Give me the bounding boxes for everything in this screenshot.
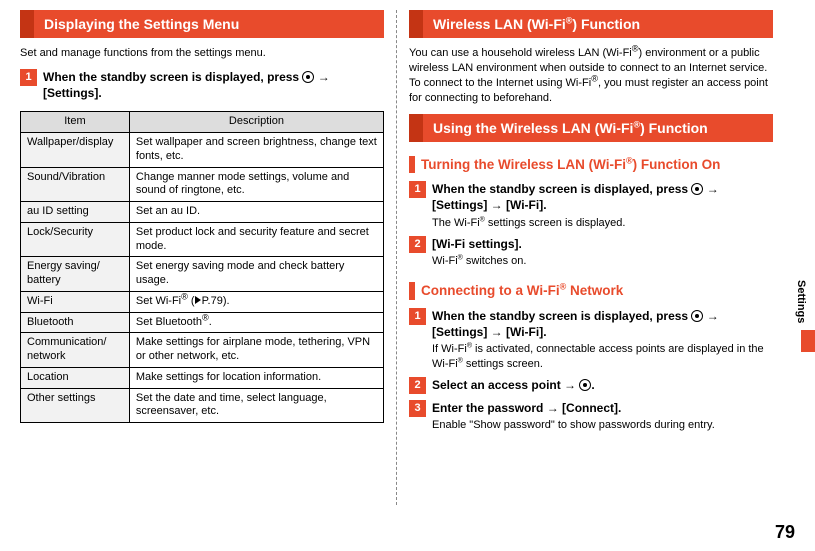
settings-intro: Set and manage functions from the settin… xyxy=(20,46,384,61)
connect-step-2: 2 Select an access point → . xyxy=(409,377,773,394)
table-row: BluetoothSet Bluetooth®. xyxy=(21,312,384,333)
connect-step1-sub: If Wi-Fi® is activated, connectable acce… xyxy=(432,342,773,371)
turn-on-step1-title: When the standby screen is displayed, pr… xyxy=(432,181,773,213)
wlan-intro-1: You can use a household wireless LAN (Wi… xyxy=(409,46,773,105)
table-row: Lock/SecuritySet product lock and securi… xyxy=(21,222,384,257)
step-number-1: 1 xyxy=(20,69,37,86)
table-row: LocationMake settings for location infor… xyxy=(21,367,384,388)
connect-step-1: 1 When the standby screen is displayed, … xyxy=(409,308,773,371)
center-key-icon xyxy=(691,183,703,195)
section-banner-using-wlan: Using the Wireless LAN (Wi-Fi®) Function xyxy=(409,114,773,142)
connect-step3-sub: Enable "Show password" to show passwords… xyxy=(432,418,773,432)
subheading-connect: Connecting to a Wi-Fi® Network xyxy=(409,282,773,300)
right-column: Wireless LAN (Wi-Fi®) Function You can u… xyxy=(397,10,785,505)
settings-step1-text: When the standby screen is displayed, pr… xyxy=(43,69,384,101)
arrow-icon: → xyxy=(318,70,330,84)
table-row: Wallpaper/displaySet wallpaper and scree… xyxy=(21,133,384,168)
step-number-2: 2 xyxy=(409,377,426,394)
center-key-icon xyxy=(691,310,703,322)
section-banner-settings: Displaying the Settings Menu xyxy=(20,10,384,38)
table-header-desc: Description xyxy=(129,112,383,133)
turn-on-step2-sub: Wi-Fi® switches on. xyxy=(432,254,773,268)
turn-on-step-1: 1 When the standby screen is displayed, … xyxy=(409,181,773,230)
table-row: Communication/ networkMake settings for … xyxy=(21,333,384,368)
table-row: Sound/VibrationChange manner mode settin… xyxy=(21,167,384,202)
table-row: Wi-FiSet Wi-Fi® (P.79). xyxy=(21,291,384,312)
table-row: Energy saving/ batterySet energy saving … xyxy=(21,257,384,292)
connect-step1-title: When the standby screen is displayed, pr… xyxy=(432,308,773,340)
step-number-1: 1 xyxy=(409,308,426,325)
step-number-2: 2 xyxy=(409,236,426,253)
section-banner-wlan: Wireless LAN (Wi-Fi®) Function xyxy=(409,10,773,38)
turn-on-step-2: 2 [Wi-Fi settings]. Wi-Fi® switches on. xyxy=(409,236,773,268)
ref-triangle-icon xyxy=(195,296,201,304)
center-key-icon xyxy=(579,379,591,391)
table-row: Other settingsSet the date and time, sel… xyxy=(21,388,384,423)
connect-step2-title: Select an access point → . xyxy=(432,377,773,393)
connect-step3-title: Enter the password → [Connect]. xyxy=(432,400,773,416)
table-row: au ID settingSet an au ID. xyxy=(21,202,384,223)
turn-on-step1-sub: The Wi-Fi® settings screen is displayed. xyxy=(432,216,773,230)
step-number-3: 3 xyxy=(409,400,426,417)
connect-step-3: 3 Enter the password → [Connect]. Enable… xyxy=(409,400,773,432)
settings-step-1: 1 When the standby screen is displayed, … xyxy=(20,69,384,101)
arrow-icon: → xyxy=(707,309,719,323)
step-number-1: 1 xyxy=(409,181,426,198)
subheading-turn-on: Turning the Wireless LAN (Wi-Fi®) Functi… xyxy=(409,156,773,174)
side-tab-marker xyxy=(801,330,815,352)
turn-on-step2-title: [Wi-Fi settings]. xyxy=(432,236,773,252)
settings-table: Item Description Wallpaper/displaySet wa… xyxy=(20,111,384,423)
center-key-icon xyxy=(302,71,314,83)
side-tab-label: Settings xyxy=(795,280,807,323)
arrow-icon: → xyxy=(707,182,719,196)
left-column: Displaying the Settings Menu Set and man… xyxy=(8,10,396,505)
table-header-item: Item xyxy=(21,112,130,133)
page-number: 79 xyxy=(775,522,795,543)
